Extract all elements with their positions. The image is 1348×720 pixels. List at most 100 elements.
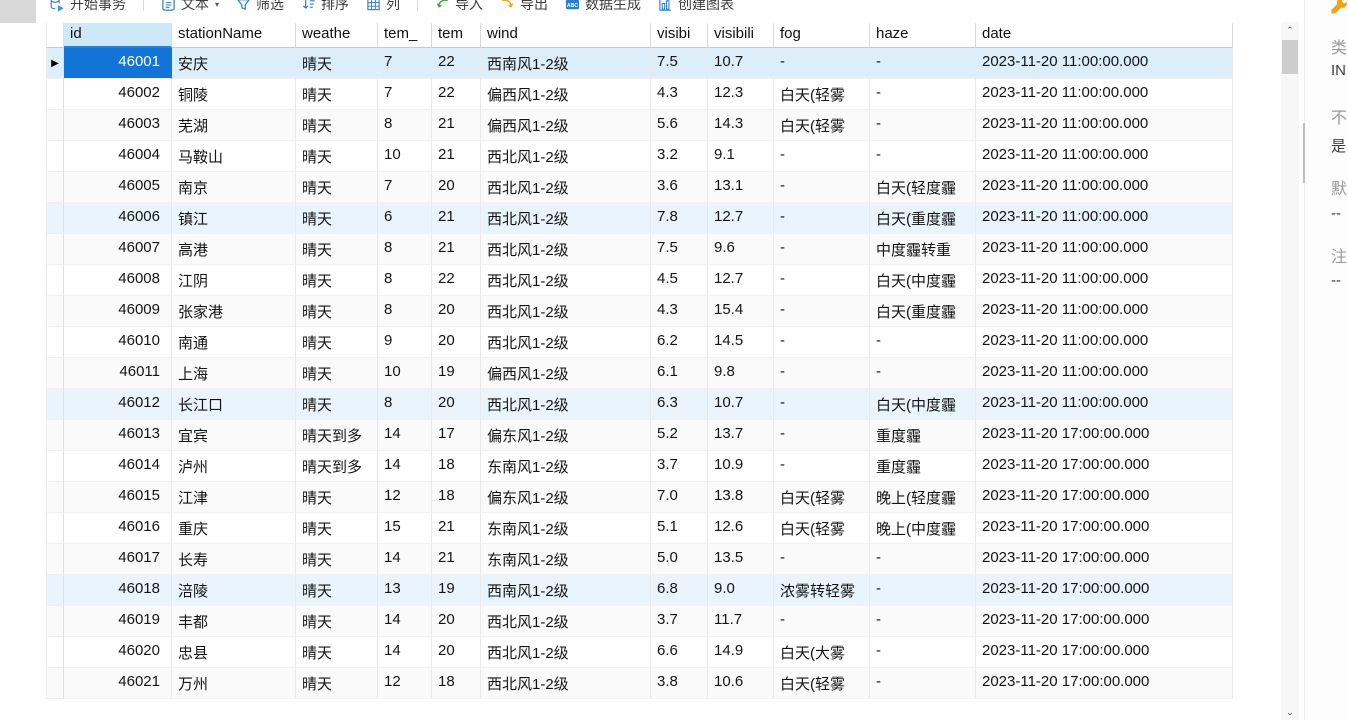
cell-stationName[interactable]: 丰都 — [172, 606, 296, 637]
cell-weathe[interactable]: 晴天 — [296, 172, 378, 203]
cell-date[interactable]: 2023-11-20 11:00:00.000 — [976, 79, 1233, 110]
cell-weathe[interactable]: 晴天 — [296, 358, 378, 389]
row-gutter[interactable] — [46, 420, 64, 451]
cell-stationName[interactable]: 泸州 — [172, 451, 296, 482]
cell-fog[interactable]: - — [774, 265, 870, 296]
cell-tem_[interactable]: 13 — [378, 575, 432, 606]
cell-date[interactable]: 2023-11-20 11:00:00.000 — [976, 110, 1233, 141]
cell-haze[interactable]: 白天(轻度霾 — [870, 172, 976, 203]
cell-haze[interactable]: - — [870, 637, 976, 668]
cell-fog[interactable]: - — [774, 606, 870, 637]
cell-date[interactable]: 2023-11-20 17:00:00.000 — [976, 637, 1233, 668]
cell-tem_[interactable]: 10 — [378, 141, 432, 172]
cell-weathe[interactable]: 晴天 — [296, 265, 378, 296]
cell-visibili[interactable]: 9.0 — [708, 575, 774, 606]
cell-stationName[interactable]: 宜宾 — [172, 420, 296, 451]
cell-visibili[interactable]: 14.5 — [708, 327, 774, 358]
cell-fog[interactable]: 白天(轻雾 — [774, 668, 870, 699]
row-gutter[interactable] — [46, 668, 64, 699]
cell-fog[interactable]: 白天(轻雾 — [774, 513, 870, 544]
row-gutter[interactable] — [46, 513, 64, 544]
column-header-haze[interactable]: haze — [870, 23, 976, 48]
cell-id[interactable]: 46005 — [64, 172, 172, 203]
cell-tem_[interactable]: 8 — [378, 265, 432, 296]
column-header-fog[interactable]: fog — [774, 23, 870, 48]
cell-visibi[interactable]: 4.3 — [651, 79, 708, 110]
cell-visibi[interactable]: 5.2 — [651, 420, 708, 451]
cell-visibili[interactable]: 12.3 — [708, 79, 774, 110]
cell-tem[interactable]: 18 — [432, 451, 481, 482]
cell-id[interactable]: 46003 — [64, 110, 172, 141]
cell-weathe[interactable]: 晴天 — [296, 79, 378, 110]
cell-id[interactable]: 46009 — [64, 296, 172, 327]
cell-wind[interactable]: 西北风1-2级 — [481, 327, 651, 358]
cell-id[interactable]: 46001 — [64, 48, 172, 79]
cell-weathe[interactable]: 晴天 — [296, 668, 378, 699]
cell-date[interactable]: 2023-11-20 11:00:00.000 — [976, 172, 1233, 203]
cell-weathe[interactable]: 晴天 — [296, 482, 378, 513]
cell-id[interactable]: 46008 — [64, 265, 172, 296]
cell-fog[interactable]: - — [774, 451, 870, 482]
cell-haze[interactable]: 白天(重度霾 — [870, 203, 976, 234]
cell-stationName[interactable]: 万州 — [172, 668, 296, 699]
cell-tem[interactable]: 22 — [432, 79, 481, 110]
row-gutter[interactable] — [46, 637, 64, 668]
cell-tem[interactable]: 22 — [432, 265, 481, 296]
toolbar-button-filter[interactable]: 筛选 — [236, 0, 284, 14]
cell-stationName[interactable]: 江津 — [172, 482, 296, 513]
cell-wind[interactable]: 西北风1-2级 — [481, 389, 651, 420]
cell-tem[interactable]: 17 — [432, 420, 481, 451]
cell-date[interactable]: 2023-11-20 11:00:00.000 — [976, 48, 1233, 79]
cell-visibi[interactable]: 7.5 — [651, 234, 708, 265]
cell-stationName[interactable]: 马鞍山 — [172, 141, 296, 172]
cell-wind[interactable]: 东南风1-2级 — [481, 544, 651, 575]
column-header-weathe[interactable]: weathe — [296, 23, 378, 48]
cell-date[interactable]: 2023-11-20 11:00:00.000 — [976, 327, 1233, 358]
cell-stationName[interactable]: 上海 — [172, 358, 296, 389]
cell-visibili[interactable]: 13.1 — [708, 172, 774, 203]
cell-tem_[interactable]: 14 — [378, 606, 432, 637]
cell-stationName[interactable]: 涪陵 — [172, 575, 296, 606]
grid-corner-cell[interactable] — [46, 23, 64, 48]
column-header-visibili[interactable]: visibili — [708, 23, 774, 48]
cell-stationName[interactable]: 长寿 — [172, 544, 296, 575]
cell-wind[interactable]: 西南风1-2级 — [481, 575, 651, 606]
row-gutter[interactable] — [46, 110, 64, 141]
vertical-scrollbar[interactable]: ⌃ ⌄ — [1281, 22, 1299, 720]
row-gutter[interactable] — [46, 265, 64, 296]
cell-stationName[interactable]: 铜陵 — [172, 79, 296, 110]
cell-tem[interactable]: 22 — [432, 48, 481, 79]
cell-visibili[interactable]: 13.7 — [708, 420, 774, 451]
cell-stationName[interactable]: 芜湖 — [172, 110, 296, 141]
toolbar-button-sort[interactable]: 排序 — [301, 0, 349, 14]
cell-visibi[interactable]: 3.8 — [651, 668, 708, 699]
cell-wind[interactable]: 偏东风1-2级 — [481, 482, 651, 513]
cell-visibili[interactable]: 10.7 — [708, 389, 774, 420]
cell-tem[interactable]: 20 — [432, 606, 481, 637]
column-header-tem[interactable]: tem — [432, 23, 481, 48]
cell-visibili[interactable]: 14.3 — [708, 110, 774, 141]
cell-weathe[interactable]: 晴天 — [296, 575, 378, 606]
cell-wind[interactable]: 东南风1-2级 — [481, 513, 651, 544]
cell-wind[interactable]: 西北风1-2级 — [481, 172, 651, 203]
cell-visibili[interactable]: 11.7 — [708, 606, 774, 637]
cell-fog[interactable]: 白天(大雾 — [774, 637, 870, 668]
column-header-id[interactable]: id — [64, 23, 172, 48]
cell-tem_[interactable]: 14 — [378, 637, 432, 668]
cell-tem[interactable]: 21 — [432, 234, 481, 265]
cell-fog[interactable]: - — [774, 141, 870, 172]
cell-haze[interactable]: - — [870, 327, 976, 358]
cell-weathe[interactable]: 晴天 — [296, 389, 378, 420]
cell-tem_[interactable]: 15 — [378, 513, 432, 544]
cell-visibili[interactable]: 9.6 — [708, 234, 774, 265]
cell-id[interactable]: 46011 — [64, 358, 172, 389]
cell-id[interactable]: 46020 — [64, 637, 172, 668]
cell-tem[interactable]: 21 — [432, 544, 481, 575]
cell-tem[interactable]: 18 — [432, 668, 481, 699]
cell-visibi[interactable]: 7.8 — [651, 203, 708, 234]
cell-id[interactable]: 46006 — [64, 203, 172, 234]
row-gutter[interactable] — [46, 451, 64, 482]
row-gutter[interactable] — [46, 389, 64, 420]
cell-fog[interactable]: 浓雾转轻雾 — [774, 575, 870, 606]
cell-tem[interactable]: 21 — [432, 513, 481, 544]
